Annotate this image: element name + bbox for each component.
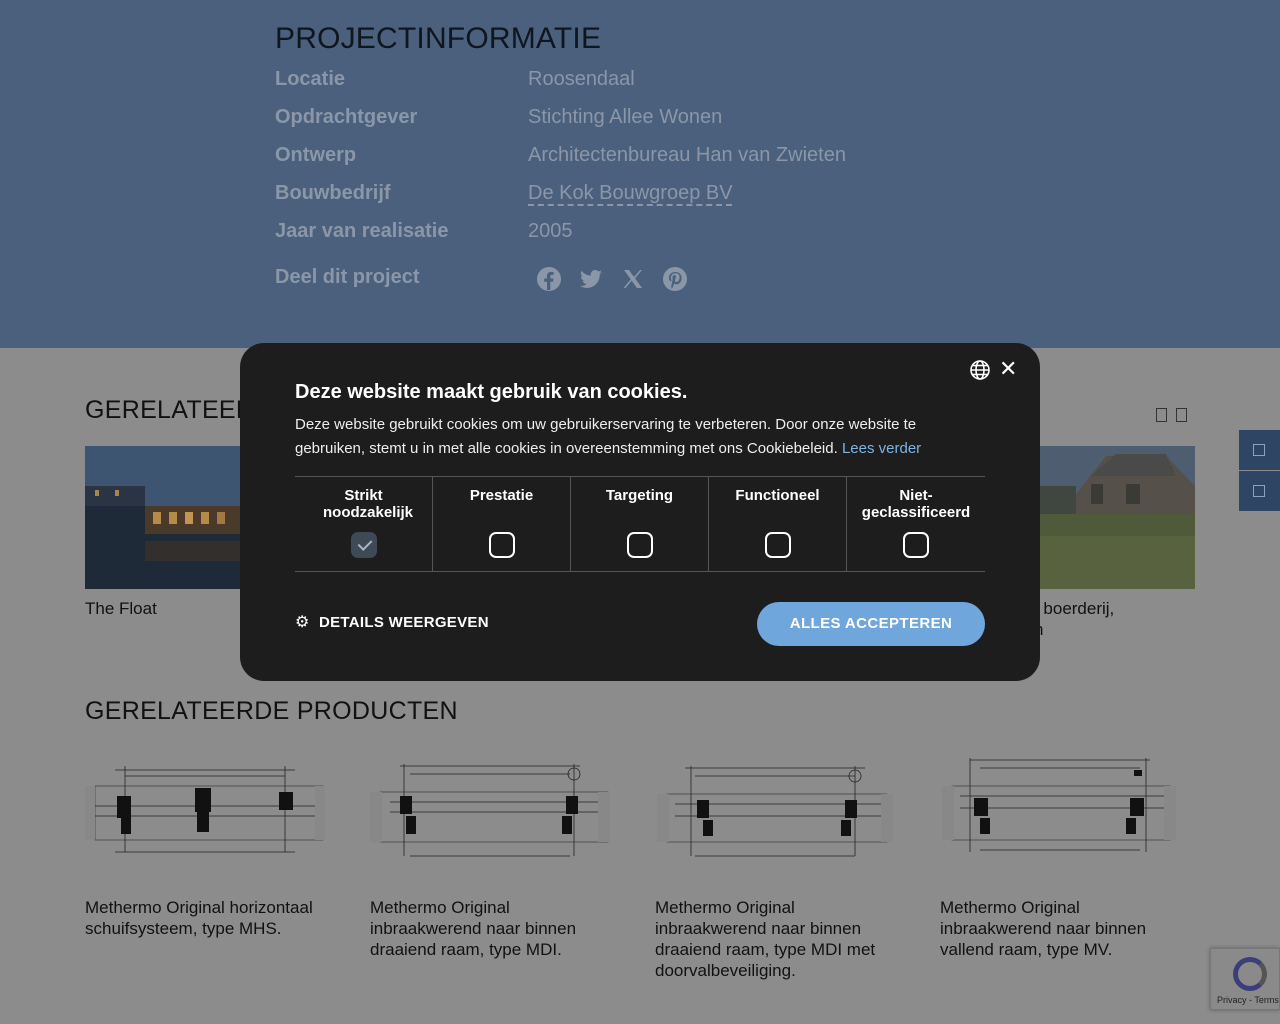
recaptcha-icon <box>1233 957 1267 991</box>
category-strictly-necessary: Strikt noodzakelijk <box>295 477 433 571</box>
details-label: DETAILS WEERGEVEN <box>319 614 489 631</box>
project-info-title: PROJECTINFORMATIE <box>275 22 602 55</box>
twitter-icon[interactable] <box>578 266 604 292</box>
category-label: Niet-geclassificeerd <box>861 487 971 521</box>
category-checkbox[interactable] <box>489 532 515 558</box>
project-caption[interactable]: ing boerderij, ven <box>1016 598 1196 640</box>
product-card[interactable]: Methermo Original inbraakwerend naar bin… <box>370 752 610 959</box>
related-projects-title: GERELATEER <box>85 396 255 424</box>
recaptcha-terms[interactable]: Privacy - Terms <box>1217 995 1279 1005</box>
product-card[interactable]: Methermo Original inbraakwerend naar bin… <box>940 752 1180 959</box>
category-label: Functioneel <box>735 487 820 504</box>
category-checkbox[interactable] <box>765 532 791 558</box>
language-globe-icon[interactable] <box>969 359 991 381</box>
builder-link[interactable]: De Kok Bouwgroep BV <box>528 182 733 205</box>
product-card[interactable]: Methermo Original horizontaal schuifsyst… <box>85 752 325 938</box>
read-more-link[interactable]: Lees verder <box>842 440 921 457</box>
category-performance: Prestatie <box>433 477 571 571</box>
side-action-button[interactable] <box>1239 471 1280 511</box>
category-checkbox[interactable] <box>903 532 929 558</box>
info-key: Opdrachtgever <box>275 106 418 128</box>
info-key: Ontwerp <box>275 144 357 166</box>
product-caption[interactable]: Methermo Original inbraakwerend naar bin… <box>370 897 610 960</box>
info-value: Architectenbureau Han van Zwieten <box>528 144 846 166</box>
project-image-farmhouse[interactable] <box>1036 446 1195 589</box>
prev-arrow-icon[interactable] <box>1156 408 1167 422</box>
category-targeting: Targeting <box>571 477 709 571</box>
category-label: Prestatie <box>469 487 534 504</box>
project-image-the-float[interactable] <box>85 446 245 589</box>
info-key: Jaar van realisatie <box>275 220 449 242</box>
cookie-description-text: Deze website gebruikt cookies om uw gebr… <box>295 416 917 457</box>
product-card[interactable]: Methermo Original inbraakwerend naar bin… <box>655 752 895 980</box>
accept-all-button[interactable]: ALLES ACCEPTEREN <box>757 602 985 646</box>
technical-drawing <box>942 758 1176 852</box>
cookie-consent-dialog: ✕ Deze website maakt gebruik van cookies… <box>240 343 1040 681</box>
technical-drawing <box>370 764 610 857</box>
gear-icon: ⚙ <box>295 613 310 631</box>
product-caption[interactable]: Methermo Original horizontaal schuifsyst… <box>85 897 325 939</box>
share-label: Deel dit project <box>275 266 420 288</box>
product-caption[interactable]: Methermo Original inbraakwerend naar bin… <box>940 897 1180 960</box>
technical-drawing <box>85 766 325 853</box>
recaptcha-badge[interactable]: Privacy - Terms <box>1210 948 1280 1010</box>
share-icons <box>536 266 688 292</box>
cookie-categories: Strikt noodzakelijk Prestatie Targeting … <box>295 476 985 572</box>
side-button-icon <box>1253 444 1265 456</box>
product-caption[interactable]: Methermo Original inbraakwerend naar bin… <box>655 897 895 981</box>
facebook-icon[interactable] <box>536 266 562 292</box>
cookie-description: Deze website gebruikt cookies om uw gebr… <box>295 413 955 461</box>
category-checkbox[interactable] <box>351 532 377 558</box>
info-key: Locatie <box>275 68 346 90</box>
technical-drawing <box>657 766 893 857</box>
close-icon[interactable]: ✕ <box>999 358 1017 380</box>
info-value: Roosendaal <box>528 68 635 90</box>
category-label: Targeting <box>605 487 674 504</box>
show-details-button[interactable]: ⚙ DETAILS WEERGEVEN <box>295 614 489 631</box>
next-arrow-icon[interactable] <box>1176 408 1187 422</box>
side-button-icon <box>1253 485 1265 497</box>
pinterest-icon[interactable] <box>662 266 688 292</box>
project-info-section: PROJECTINFORMATIE Locatie Roosendaal Opd… <box>0 0 1280 348</box>
category-checkbox[interactable] <box>627 532 653 558</box>
category-unclassified: Niet-geclassificeerd <box>847 477 985 571</box>
category-functional: Functioneel <box>709 477 847 571</box>
category-label: Strikt noodzakelijk <box>323 487 414 521</box>
info-key: Bouwbedrijf <box>275 182 391 204</box>
info-value: Stichting Allee Wonen <box>528 106 723 128</box>
x-icon[interactable] <box>620 266 646 292</box>
project-caption[interactable]: The Float <box>85 598 157 619</box>
info-value: 2005 <box>528 220 573 242</box>
related-products-title: GERELATEERDE PRODUCTEN <box>85 697 458 725</box>
side-action-button[interactable] <box>1239 430 1280 470</box>
cookie-title: Deze website maakt gebruik van cookies. <box>295 381 688 403</box>
carousel-nav <box>1156 408 1187 422</box>
